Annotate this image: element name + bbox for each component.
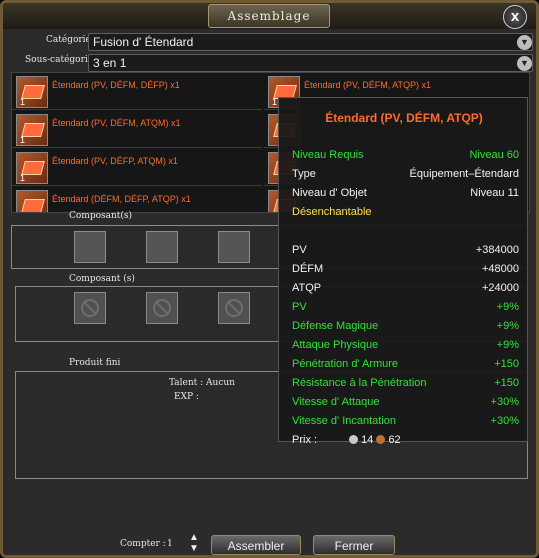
close-icon[interactable]: x <box>503 5 527 29</box>
price-silver: 14 <box>361 434 374 446</box>
banner-icon: 1 <box>16 190 48 212</box>
count-up-icon[interactable]: ▲ <box>189 533 199 543</box>
component-slot[interactable] <box>146 231 178 263</box>
forbidden-icon <box>153 299 171 317</box>
close-button[interactable]: Fermer <box>313 535 395 555</box>
count-value: 1 <box>167 539 173 549</box>
recipe-item[interactable]: 1 Étendard (PV, DÉFP, ATQM) x1 <box>12 149 262 186</box>
recipe-name: Étendard (DÉFM, DÉFP, ATQP) x1 <box>52 194 191 204</box>
tooltip-row: Type Équipement–Étendard <box>292 168 519 180</box>
recipe-item[interactable]: 1 Étendard (DÉFM, DÉFP, ATQP) x1 <box>12 187 262 212</box>
tooltip-price: Prix : 14 62 <box>292 434 519 450</box>
item-tooltip: Étendard (PV, DÉFM, ATQP) Niveau Requis N… <box>278 97 528 446</box>
category-label: Catégorie <box>46 35 91 45</box>
recipe-name: Étendard (PV, DÉFP, ATQM) x1 <box>52 156 178 166</box>
subcategory-value: 3 en 1 <box>93 56 127 70</box>
components-label: Composant(s) <box>69 211 133 221</box>
tooltip-stat: ATQP +24000 <box>292 282 519 294</box>
category-dropdown[interactable]: Fusion d' Étendard ▼ <box>88 33 533 51</box>
forbidden-icon <box>225 299 243 317</box>
forbidden-icon <box>81 299 99 317</box>
components2-label: Composant (s) <box>69 274 135 284</box>
window-title: Assemblage <box>208 4 330 28</box>
recipe-name: Étendard (PV, DÉFM, ATQP) x1 <box>304 80 432 90</box>
empty-slot[interactable] <box>146 292 178 324</box>
assemblage-window: Assemblage x Catégorie Fusion d' Étendar… <box>0 0 539 558</box>
tooltip-desenchantable: Désenchantable <box>292 206 372 218</box>
tooltip-row: Niveau Requis Niveau 60 <box>292 149 519 161</box>
tooltip-bonus: Vitesse d' Incantation +30% <box>292 415 519 427</box>
chevron-down-icon[interactable]: ▼ <box>517 56 532 71</box>
count-label: Compter : <box>120 539 166 549</box>
empty-slot[interactable] <box>218 292 250 324</box>
assemble-button[interactable]: Assembler <box>211 535 301 555</box>
banner-icon: 1 <box>16 114 48 146</box>
category-value: Fusion d' Étendard <box>93 35 194 49</box>
tooltip-title: Étendard (PV, DÉFM, ATQP) <box>325 111 483 125</box>
tooltip-bonus: Attaque Physique +9% <box>292 339 519 351</box>
title-bar[interactable]: Assemblage x <box>3 3 536 29</box>
silver-coin-icon <box>349 435 358 444</box>
tooltip-row: Niveau d' Objet Niveau 11 <box>292 187 519 199</box>
price-label: Prix : <box>292 434 318 446</box>
count-down-icon[interactable]: ▼ <box>189 544 199 554</box>
tooltip-stat: PV +384000 <box>292 244 519 256</box>
component-slot[interactable] <box>74 231 106 263</box>
tooltip-bonus: Défense Magique +9% <box>292 320 519 332</box>
banner-icon: 1 <box>16 76 48 108</box>
price-value: 14 62 <box>349 434 401 446</box>
tooltip-stat: DÉFM +48000 <box>292 263 519 275</box>
component-slot[interactable] <box>218 231 250 263</box>
bronze-coin-icon <box>376 435 386 444</box>
recipe-name: Étendard (PV, DÉFM, DÉFP) x1 <box>52 80 180 90</box>
product-label: Produit fini <box>69 358 121 368</box>
subcategory-label: Sous-catégorie <box>25 55 94 65</box>
recipe-item[interactable]: 1 Étendard (PV, DÉFM, DÉFP) x1 <box>12 73 262 110</box>
tooltip-bonus: Pénétration d' Armure +150 <box>292 358 519 370</box>
chevron-down-icon[interactable]: ▼ <box>517 35 532 50</box>
recipe-name: Étendard (PV, DÉFM, ATQM) x1 <box>52 118 181 128</box>
exp-label: EXP : <box>174 392 199 402</box>
talent-label: Talent : Aucun <box>169 378 235 388</box>
recipe-item[interactable]: 1 Étendard (PV, DÉFM, ATQM) x1 <box>12 111 262 148</box>
tooltip-bonus: Résistance à la Pénétration +150 <box>292 377 519 389</box>
tooltip-bonus: PV +9% <box>292 301 519 313</box>
banner-icon: 1 <box>16 152 48 184</box>
subcategory-dropdown[interactable]: 3 en 1 ▼ <box>88 54 533 72</box>
price-bronze: 62 <box>388 434 401 446</box>
empty-slot[interactable] <box>74 292 106 324</box>
tooltip-bonus: Vitesse d' Attaque +30% <box>292 396 519 408</box>
